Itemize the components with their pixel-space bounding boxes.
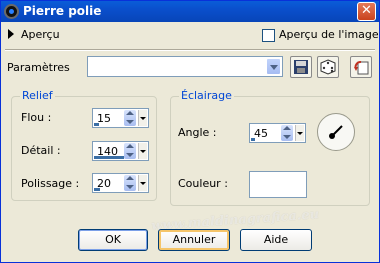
help-button[interactable]: Aide: [240, 229, 312, 251]
blur-stepper-arrows[interactable]: [124, 110, 136, 126]
preview-toggle-label[interactable]: Aperçu: [21, 28, 60, 41]
ok-button[interactable]: OK: [78, 229, 148, 251]
dice-icon: [320, 59, 336, 75]
blur-level-bar[interactable]: [94, 123, 99, 126]
reset-button[interactable]: [350, 56, 372, 78]
app-icon: [4, 4, 19, 19]
window-title: Pierre polie: [23, 4, 102, 18]
lighting-group-title: Éclairage: [179, 89, 234, 102]
randomize-button[interactable]: [317, 56, 339, 78]
angle-label: Angle :: [178, 126, 217, 139]
divider: [5, 49, 375, 51]
blur-value[interactable]: 15: [97, 112, 111, 125]
image-preview-label[interactable]: Aperçu de l'image: [279, 28, 379, 41]
angle-needle-icon: [329, 125, 343, 139]
dialog-window: Pierre polie ✕ Aperçu Aperçu de l'image …: [0, 0, 380, 263]
chevron-down-icon[interactable]: [266, 58, 281, 75]
angle-dial[interactable]: [317, 113, 355, 151]
presets-dropdown[interactable]: [87, 56, 283, 77]
detail-spinner[interactable]: 140: [92, 141, 149, 161]
blur-dropdown-arrow[interactable]: [138, 110, 147, 126]
detail-dropdown-arrow[interactable]: [138, 143, 147, 159]
polish-level-bar[interactable]: [94, 188, 100, 191]
angle-level-bar[interactable]: [251, 138, 255, 141]
color-label: Couleur :: [178, 177, 228, 190]
polish-label: Polissage :: [21, 177, 80, 190]
blur-spinner[interactable]: 15: [92, 108, 149, 128]
light-color-swatch[interactable]: [249, 171, 307, 198]
expand-arrow-icon[interactable]: [8, 29, 14, 39]
reset-arrow-icon: [354, 61, 369, 75]
close-button[interactable]: ✕: [357, 2, 376, 21]
title-bar[interactable]: Pierre polie ✕: [1, 1, 379, 22]
polish-stepper-arrows[interactable]: [124, 175, 136, 191]
relief-group-title: Relief: [20, 89, 55, 102]
angle-value[interactable]: 45: [254, 127, 268, 140]
detail-level-bar[interactable]: [94, 156, 124, 159]
angle-dropdown-arrow[interactable]: [295, 125, 304, 141]
angle-spinner[interactable]: 45: [249, 123, 306, 143]
image-preview-checkbox[interactable]: [262, 29, 275, 42]
save-preset-button[interactable]: [290, 56, 312, 78]
blur-label: Flou :: [21, 111, 52, 124]
polish-dropdown-arrow[interactable]: [138, 175, 147, 191]
polish-spinner[interactable]: 20: [92, 173, 149, 193]
floppy-disk-icon: [294, 60, 308, 74]
angle-stepper-arrows[interactable]: [281, 125, 293, 141]
detail-stepper-arrows[interactable]: [124, 143, 136, 159]
detail-label: Détail :: [21, 144, 61, 157]
presets-label: Paramètres: [7, 61, 70, 74]
